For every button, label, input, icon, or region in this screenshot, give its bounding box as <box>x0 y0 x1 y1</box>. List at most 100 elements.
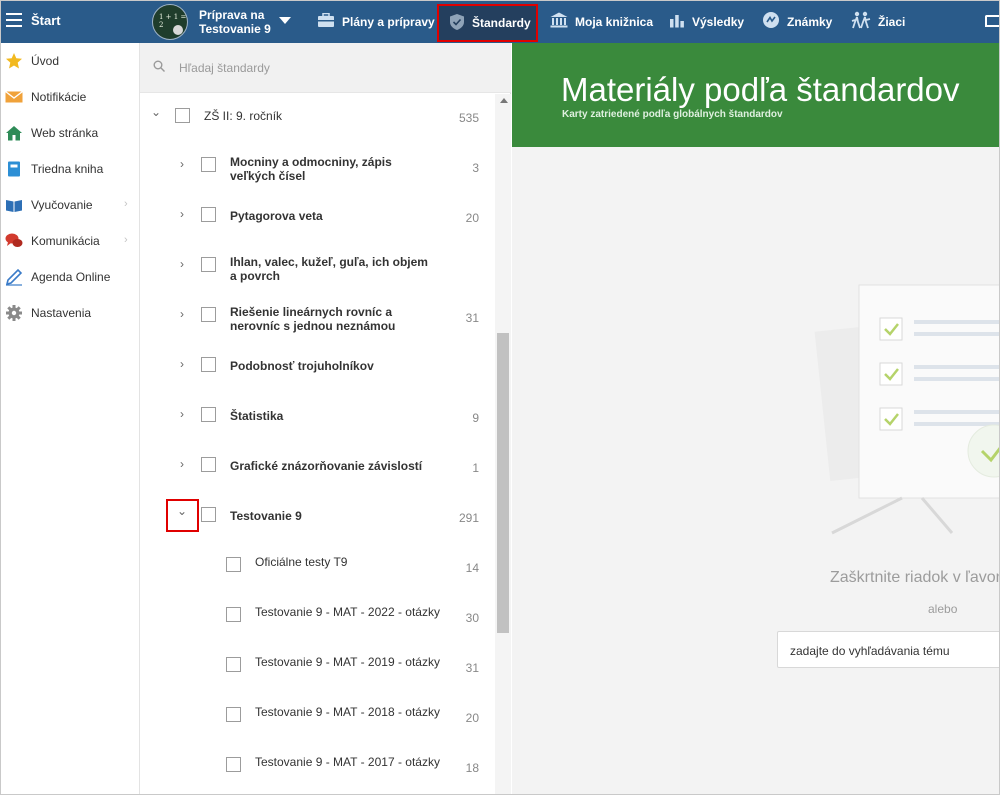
chevron-down-icon[interactable] <box>279 17 291 24</box>
pen-icon <box>5 268 23 286</box>
tree-checkbox[interactable] <box>201 157 216 172</box>
tree-row[interactable]: › Podobnosť trojuholníkov <box>140 350 495 390</box>
sidebar-item-label: Notifikácie <box>31 90 87 104</box>
standards-tree-panel: Hľadaj štandardy ⌄ ZŠ II: 9. ročník 535 … <box>140 43 511 795</box>
search-icon <box>153 60 165 72</box>
sidebar-item-triedna-kniha[interactable]: Triedna kniha <box>0 151 139 187</box>
sidebar-item-label: Nastavenia <box>31 306 92 320</box>
tree-row-label: Štatistika <box>230 409 284 423</box>
chevron-right-icon[interactable]: › <box>177 157 187 171</box>
tree-row-label: Mocniny a odmocniny, zápis veľkých čísel <box>230 155 392 183</box>
chevron-right-icon[interactable]: › <box>177 307 187 321</box>
tree-subrow[interactable]: Testovanie 9 - MAT - 2018 - otázky 20 <box>140 700 495 740</box>
tree-row-count: 31 <box>465 661 479 675</box>
tree-row[interactable]: › Riešenie lineárnych rovníc a nerovníc s… <box>140 300 495 340</box>
course-avatar[interactable]: 1 + 1 = 2 <box>152 4 188 40</box>
tree-row-label: Testovanie 9 - MAT - 2018 - otázky <box>255 705 440 719</box>
tree-row-count: 30 <box>465 611 479 625</box>
checklist-illustration <box>802 283 1000 546</box>
nav-results-label: Výsledky <box>692 14 745 29</box>
search-input[interactable]: Hľadaj štandardy <box>179 61 270 75</box>
tree-checkbox[interactable] <box>201 457 216 472</box>
tree-row[interactable]: › Pytagorova veta 20 <box>140 200 495 240</box>
tree-checkbox[interactable] <box>226 557 241 572</box>
chevron-right-icon[interactable]: › <box>177 207 187 221</box>
top-navigation-bar: Štart 1 + 1 = 2 Príprava na Testovanie 9… <box>0 0 1000 43</box>
sidebar-item-web[interactable]: Web stránka <box>0 115 139 151</box>
tree-checkbox[interactable] <box>201 307 216 322</box>
tree-row-count: 3 <box>472 161 479 175</box>
nav-grades[interactable]: Známky <box>762 0 832 43</box>
topic-search-placeholder: zadajte do vyhľadávania tému <box>790 644 950 658</box>
sidebar-item-nastavenia[interactable]: Nastavenia <box>0 295 139 331</box>
page-banner: Materiály podľa štandardov Karty zatried… <box>512 43 1000 147</box>
course-title-line1: Príprava na <box>199 8 265 22</box>
tree-row[interactable]: › Ihlan, valec, kužeľ, guľa, ich objem a … <box>140 250 495 290</box>
tree-subrow[interactable]: Testovanie 9 - MAT - 2017 - otázky 18 <box>140 750 495 790</box>
tree-checkbox[interactable] <box>175 108 190 123</box>
chevron-right-icon[interactable]: › <box>177 357 187 371</box>
library-icon <box>550 12 568 31</box>
page-title: Materiály podľa štandardov <box>561 71 960 108</box>
nav-students[interactable]: Žiaci <box>851 0 905 43</box>
left-sidebar: Úvod Notifikácie Web stránka Triedna kni… <box>0 43 140 795</box>
chevron-right-icon[interactable]: › <box>177 407 187 421</box>
tree-checkbox[interactable] <box>201 357 216 372</box>
scrollbar-thumb[interactable] <box>497 333 509 633</box>
topic-search-input[interactable]: zadajte do vyhľadávania tému <box>777 631 1000 668</box>
tree-checkbox[interactable] <box>226 607 241 622</box>
chevron-right-icon[interactable]: › <box>177 457 187 471</box>
sidebar-item-agenda[interactable]: Agenda Online <box>0 259 139 295</box>
nav-students-label: Žiaci <box>878 14 906 29</box>
tree-checkbox[interactable] <box>226 657 241 672</box>
tree-root-row[interactable]: ⌄ ZŠ II: 9. ročník 535 <box>140 101 495 131</box>
tree-row-count: 31 <box>465 311 479 325</box>
tree-row[interactable]: › Štatistika 9 <box>140 400 495 440</box>
sidebar-item-label: Triedna kniha <box>31 162 104 176</box>
nav-library[interactable]: Moja knižnica <box>550 0 653 43</box>
tree-checkbox[interactable] <box>226 707 241 722</box>
tree-row[interactable]: › Mocniny a odmocniny, zápis veľkých číse… <box>140 150 495 190</box>
cast-icon[interactable] <box>985 15 999 27</box>
sidebar-item-notifikacie[interactable]: Notifikácie <box>0 79 139 115</box>
standards-search[interactable]: Hľadaj štandardy <box>140 43 511 93</box>
tree-root-count: 535 <box>458 111 479 125</box>
nav-plans[interactable]: Plány a prípravy <box>317 0 435 43</box>
nav-grades-label: Známky <box>787 14 833 29</box>
sidebar-item-uvod[interactable]: Úvod <box>0 43 139 79</box>
chevron-down-icon[interactable]: ⌄ <box>151 105 161 119</box>
tree-row-label: Testovanie 9 - MAT - 2019 - otázky <box>255 655 440 669</box>
scroll-up-arrow[interactable] <box>500 98 508 103</box>
tree-subrow[interactable]: Testovanie 9 - MAT - 2022 - otázky 30 <box>140 600 495 640</box>
chevron-right-icon[interactable]: › <box>177 257 187 271</box>
tree-checkbox[interactable] <box>201 407 216 422</box>
briefcase-icon <box>317 12 335 31</box>
tree-checkbox[interactable] <box>226 757 241 772</box>
menu-icon[interactable] <box>6 13 22 27</box>
tree-row[interactable]: › Grafické znázorňovanie závislostí 1 <box>140 450 495 490</box>
start-link[interactable]: Štart <box>31 13 61 28</box>
tree-checkbox[interactable] <box>201 257 216 272</box>
nav-standards[interactable]: Štandardy <box>437 4 538 42</box>
tree-root-label: ZŠ II: 9. ročník <box>204 109 283 123</box>
sidebar-item-vyucovanie[interactable]: Vyučovanie › <box>0 187 139 223</box>
tree-subrow[interactable]: Oficiálne testy T9 14 <box>140 550 495 590</box>
main-content: Materiály podľa štandardov Karty zatried… <box>512 43 1000 795</box>
instruction-text: Zaškrtnite riadok v ľavom <box>830 569 1000 586</box>
sidebar-item-label: Web stránka <box>31 126 99 140</box>
nav-library-label: Moja knižnica <box>575 14 654 29</box>
book-icon <box>5 160 23 178</box>
tree-row-label: Testovanie 9 - MAT - 2022 - otázky <box>255 605 440 619</box>
sidebar-item-label: Vyučovanie <box>31 198 93 212</box>
tree-subrow[interactable]: Testovanie 9 - MAT - 2019 - otázky 31 <box>140 650 495 690</box>
or-text: alebo <box>928 602 958 616</box>
course-title-line2: Testovanie 9 <box>199 22 271 36</box>
sidebar-item-label: Komunikácia <box>31 234 100 248</box>
course-selector[interactable]: Príprava na Testovanie 9 <box>199 8 271 36</box>
tree-checkbox[interactable] <box>201 207 216 222</box>
grades-icon <box>762 11 780 32</box>
tree-checkbox[interactable] <box>201 507 216 522</box>
tree-row-label: Testovanie 9 - MAT - 2017 - otázky <box>255 755 440 769</box>
nav-results[interactable]: Výsledky <box>669 0 744 43</box>
sidebar-item-komunikacia[interactable]: Komunikácia › <box>0 223 139 259</box>
